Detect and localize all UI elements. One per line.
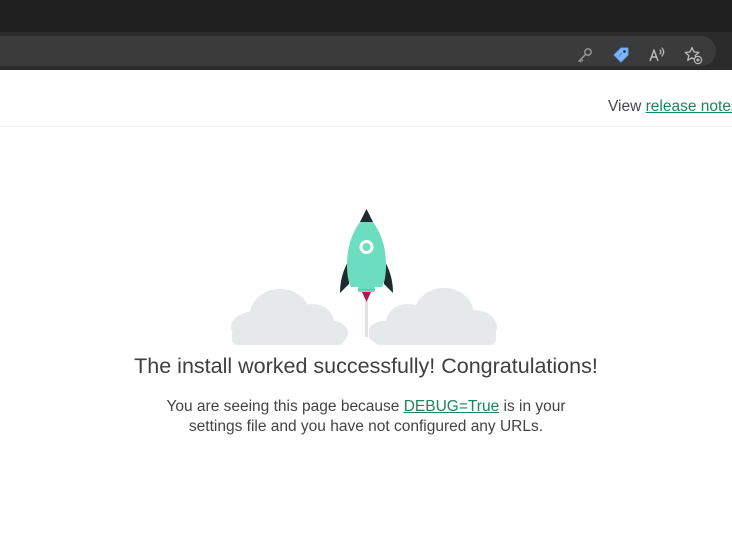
rocket-illustration <box>228 205 500 350</box>
debug-link[interactable]: DEBUG=True <box>404 398 499 415</box>
key-icon[interactable] <box>575 45 595 65</box>
read-aloud-icon[interactable] <box>647 45 667 65</box>
address-bar[interactable] <box>0 36 716 66</box>
add-favorite-icon[interactable] <box>683 45 703 65</box>
page-header: View release notes <box>0 70 732 127</box>
browser-toolbar <box>0 32 732 70</box>
rocket-icon <box>231 209 497 345</box>
description-before: You are seeing this page because <box>166 398 404 415</box>
view-label: View <box>608 98 646 115</box>
success-title: The install worked successfully! Congrat… <box>134 354 598 378</box>
release-notes-text: View release notes <box>608 98 732 116</box>
browser-title-bar <box>0 0 732 32</box>
release-notes-link[interactable]: release notes <box>646 98 732 115</box>
description-text: You are seeing this page because DEBUG=T… <box>156 397 576 437</box>
price-tag-icon[interactable] <box>611 45 631 65</box>
